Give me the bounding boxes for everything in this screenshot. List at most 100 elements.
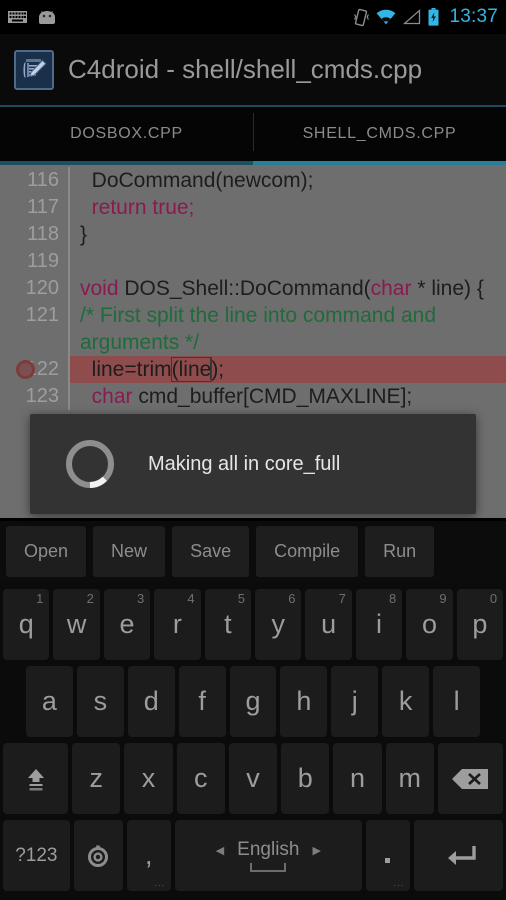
voice-input-key[interactable]	[73, 820, 123, 891]
code-text: }	[80, 223, 88, 246]
backspace-key[interactable]	[437, 743, 504, 814]
key-p[interactable]: 0 p	[456, 589, 504, 660]
key-t[interactable]: 5 t	[204, 589, 252, 660]
space-key[interactable]: ◀ English ▶	[175, 820, 362, 891]
progress-dialog: Making all in core_full	[30, 414, 476, 514]
open-button[interactable]: Open	[6, 526, 87, 577]
android-head-icon	[37, 10, 57, 25]
code-line: 119	[0, 248, 506, 275]
title-bar: C4droid - shell/shell_cmds.cpp	[0, 34, 506, 105]
code-text: char cmd_buffer[CMD_MAXLINE];	[91, 385, 413, 408]
key-b[interactable]: b	[281, 743, 330, 814]
key-m[interactable]: m	[385, 743, 434, 814]
key-label: q	[18, 609, 34, 639]
backspace-icon	[450, 767, 490, 791]
status-bar-notifications	[8, 10, 57, 25]
tab-label: SHELL_CMDS.CPP	[302, 125, 457, 142]
line-number[interactable]: 122	[0, 356, 68, 383]
key-i[interactable]: 8 i	[355, 589, 403, 660]
key-hint: 7	[338, 591, 346, 606]
key-x[interactable]: x	[124, 743, 173, 814]
key-u[interactable]: 7 u	[305, 589, 352, 660]
key-o[interactable]: 9 o	[406, 589, 453, 660]
battery-charging-icon	[428, 8, 439, 26]
key-hint: 1	[36, 591, 44, 606]
shift-arrow-icon	[21, 764, 51, 794]
next-language-arrow-icon[interactable]: ▶	[313, 844, 321, 857]
code-line: 117 return true;	[0, 194, 506, 221]
key-hint: 3	[136, 591, 145, 606]
status-bar: 13:37	[0, 0, 506, 34]
run-button[interactable]: Run	[365, 526, 435, 577]
compile-button[interactable]: Compile	[256, 526, 359, 577]
key-label: w	[66, 609, 87, 639]
code-line: 120 void DOS_Shell::DoCommand(char * lin…	[0, 275, 506, 302]
wifi-icon	[376, 9, 396, 25]
key-label: r	[172, 609, 182, 639]
key-q[interactable]: 1 q	[3, 589, 50, 660]
long-press-dots: ...	[393, 878, 405, 888]
key-hint: 5	[237, 591, 246, 606]
key-c[interactable]: c	[176, 743, 225, 814]
comma-label: ,	[145, 840, 153, 870]
line-number: 120	[25, 277, 59, 299]
progress-dialog-message: Making all in core_full	[148, 452, 341, 475]
line-number: 116	[27, 169, 59, 191]
keyboard-row-2: a s d f g h j k l	[2, 663, 504, 740]
key-l[interactable]: l	[433, 666, 481, 737]
keyboard-icon	[8, 11, 27, 23]
prev-language-arrow-icon[interactable]: ◀	[216, 844, 224, 857]
key-n[interactable]: n	[333, 743, 382, 814]
code-line: 123 char cmd_buffer[CMD_MAXLINE];	[0, 383, 506, 410]
key-s[interactable]: s	[76, 666, 124, 737]
comma-key[interactable]: , ...	[126, 820, 171, 891]
line-number: 123	[25, 385, 59, 407]
page-title: C4droid - shell/shell_cmds.cpp	[68, 54, 423, 84]
enter-key[interactable]	[414, 820, 503, 891]
space-language-label: ◀ English ▶	[216, 839, 321, 861]
code-scroll-area[interactable]: 116 DoCommand(newcom); 117 return true; …	[0, 165, 506, 410]
key-a[interactable]: a	[26, 666, 73, 737]
code-text: /* First split the line into command and…	[80, 304, 442, 354]
key-z[interactable]: z	[72, 743, 121, 814]
key-label: e	[119, 609, 135, 639]
period-dot-icon	[385, 858, 391, 863]
tab-dosbox-cpp[interactable]: DOSBOX.CPP	[0, 107, 253, 165]
code-line: 116 DoCommand(newcom);	[0, 167, 506, 194]
key-v[interactable]: v	[228, 743, 278, 814]
breakpoint-icon[interactable]	[16, 360, 35, 379]
key-hint: 4	[187, 591, 195, 606]
key-hint: 6	[288, 591, 296, 606]
code-line-breakpoint: 122 line=trim(line);	[0, 356, 506, 383]
key-h[interactable]: h	[280, 666, 328, 737]
signal-icon	[403, 9, 421, 25]
key-w[interactable]: 2 w	[53, 589, 100, 660]
key-r[interactable]: 4 r	[154, 589, 201, 660]
code-text: DoCommand(newcom);	[80, 169, 314, 192]
c4droid-app-icon	[14, 49, 54, 90]
key-k[interactable]: k	[382, 666, 430, 737]
symbols-key[interactable]: ?123	[3, 820, 70, 891]
current-language-label: English	[237, 839, 300, 860]
key-d[interactable]: d	[127, 666, 175, 737]
key-label: o	[421, 609, 437, 639]
space-bar-glyph-icon	[250, 863, 287, 872]
key-hint: 9	[439, 591, 447, 606]
new-button[interactable]: New	[93, 526, 166, 577]
line-number: 118	[27, 223, 59, 245]
long-press-dots: ...	[154, 878, 165, 888]
key-y[interactable]: 6 y	[255, 589, 302, 660]
key-f[interactable]: f	[178, 666, 226, 737]
line-number: 119	[27, 250, 59, 272]
line-number: 121	[25, 304, 59, 326]
key-g[interactable]: g	[229, 666, 277, 737]
save-button[interactable]: Save	[172, 526, 250, 577]
title-divider	[0, 105, 506, 107]
key-e[interactable]: 3 e	[103, 589, 151, 660]
period-key[interactable]: ...	[365, 820, 411, 891]
tab-shell-cmds-cpp[interactable]: SHELL_CMDS.CPP	[253, 107, 506, 165]
key-j[interactable]: j	[331, 666, 379, 737]
shift-key[interactable]	[3, 743, 69, 814]
key-label: p	[472, 609, 488, 639]
